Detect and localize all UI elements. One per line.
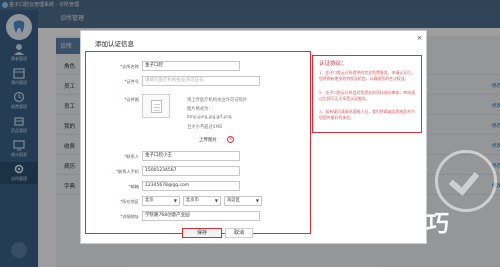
remove-image-icon[interactable]: × (227, 136, 234, 143)
document-icon (151, 100, 162, 113)
upload-hint-line: 请上传医疗机构执业许可证照片 (187, 98, 248, 103)
watermark-check-icon (435, 150, 497, 212)
city-select[interactable]: 北京市 ▼ (183, 196, 221, 206)
agreement-title: 认证协议： (319, 61, 347, 67)
upload-image-button[interactable]: 上传图片 (199, 137, 217, 143)
contact-label: *联系人 (124, 154, 139, 159)
cancel-button[interactable]: 取消 (225, 228, 253, 238)
agreement-item: 2、金子口腔云诊所会对您提交的资料进行审核，审核通过后即可正式享受认证服务。 (319, 90, 415, 101)
dialog-title: 添加认证信息 (95, 40, 134, 48)
province-select[interactable]: 北京 ▼ (142, 196, 180, 206)
license-number-input[interactable]: 请填写医疗机构执业许可证号 (142, 76, 260, 86)
license-image-upload-area[interactable] (142, 94, 170, 118)
license-image-label: *证件照 (124, 97, 139, 102)
chevron-down-icon: ▼ (255, 198, 259, 203)
address-input[interactable]: 学院路768创意产业园 (142, 211, 260, 221)
contact-input[interactable]: 金子口腔小王 (142, 151, 240, 161)
agreement-item: 1、金子口腔云诊所提供的完全免费服务。申请认证后，您将拥有更多的特权及机会，以确… (319, 70, 415, 81)
clinic-name-label: *诊所名称 (120, 64, 139, 69)
clinic-name-input[interactable]: 金子口腔 (142, 61, 240, 71)
upload-hint-line: 且大小不超过5MB (187, 125, 223, 130)
chevron-down-icon: ▼ (214, 198, 218, 203)
save-button[interactable]: 保存 (182, 228, 222, 238)
email-label: *邮箱 (128, 184, 139, 189)
email-input[interactable]: 12345678@qq.com (142, 181, 240, 191)
chevron-down-icon: ▼ (173, 198, 177, 203)
district-select[interactable]: 海淀区 ▼ (224, 196, 262, 206)
watermark-text: 软件技巧 (354, 211, 450, 237)
license-number-label: *证件号 (124, 79, 139, 84)
agreement-item: 3、如有疑问请联系客服人员，我们将竭诚为您服务并为您提供更好的体验。 (319, 109, 415, 120)
upload-hint-line: bmp,jpeg,jpg,gif,png (187, 115, 232, 120)
phone-input[interactable]: 15001234567 (142, 166, 240, 176)
region-label: *所在地区 (120, 199, 139, 204)
upload-hint-line: 图片格式为： (187, 107, 213, 112)
phone-label: *联系人手机 (115, 169, 139, 174)
address-label: *详细地址 (120, 214, 139, 219)
close-icon[interactable]: × (415, 34, 424, 43)
